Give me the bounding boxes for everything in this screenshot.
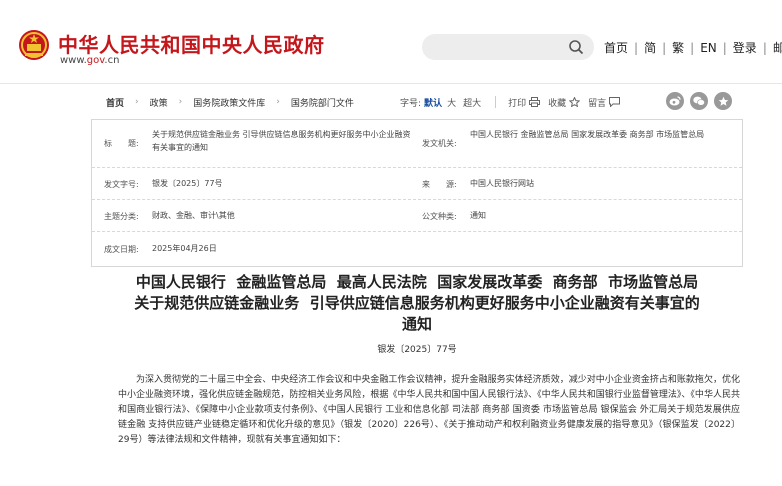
site-url-gov: gov xyxy=(86,55,105,66)
breadcrumb-separator: › xyxy=(276,97,280,107)
breadcrumb-bar: 首页 › 政策 › 国务院政策文件库 › 国务院部门文件 字号: 默认 大 超大… xyxy=(90,88,744,116)
info-docno-value: 银发〔2025〕77号 xyxy=(152,179,223,188)
font-size-label: 字号: xyxy=(400,98,422,109)
nav-traditional[interactable]: 繁 xyxy=(666,39,690,56)
print-button[interactable]: 打印 xyxy=(508,96,541,109)
info-row-title: 标 题: 关于规范供应链金融业务 引导供应链信息服务机构更好服务中小企业融资有关… xyxy=(92,120,742,168)
search-icon[interactable] xyxy=(568,39,584,55)
favorite-icon xyxy=(569,97,581,107)
comment-icon xyxy=(609,97,621,107)
nav-home[interactable]: 首页 xyxy=(604,39,634,56)
info-issuer-value: 中国人民银行 金融监管总局 国家发展改革委 商务部 市场监管总局 xyxy=(470,130,705,139)
document-info-box: 标 题: 关于规范供应链金融业务 引导供应链信息服务机构更好服务中小企业融资有关… xyxy=(91,119,743,267)
favorite-label: 收藏 xyxy=(548,98,567,109)
info-doctype-value: 通知 xyxy=(470,211,486,220)
breadcrumb-policy[interactable]: 政策 xyxy=(150,96,168,109)
article-title-line: 中国人民银行 金融监管总局 最高人民法院 国家发展改革委 商务部 市场监管总局 xyxy=(135,273,699,291)
info-title-value: 关于规范供应链金融业务 引导供应链信息服务机构更好服务中小企业融资有关事宜的通知 xyxy=(152,130,411,152)
info-date-label: 成文日期: xyxy=(104,245,139,254)
wechat-icon[interactable] xyxy=(690,92,708,110)
comment-label: 留言 xyxy=(588,98,607,109)
site-header: 中华人民共和国中央人民政府 www.gov.cn 首页 | 简 | 繁 | EN | 登… xyxy=(0,0,782,84)
share-icons xyxy=(666,92,732,110)
site-url-suffix: .cn xyxy=(104,55,120,66)
print-icon xyxy=(529,97,541,107)
info-source-label: 来 源: xyxy=(422,180,457,189)
comment-button[interactable]: 留言 xyxy=(588,96,621,109)
site-url: www.gov.cn xyxy=(60,55,119,66)
weibo-icon[interactable] xyxy=(666,92,684,110)
article-title: 中国人民银行 金融监管总局 最高人民法院 国家发展改革委 商务部 市场监管总局 … xyxy=(90,272,744,335)
article-tools: 字号: 默认 大 超大 打印 收藏 留言 xyxy=(400,88,628,116)
info-title-label: 标 题: xyxy=(104,139,139,148)
info-topic-value: 财政、金融、审计\其他 xyxy=(152,211,235,220)
info-topic-label: 主题分类: xyxy=(104,212,139,221)
info-docno-label: 发文字号: xyxy=(104,180,139,189)
font-size-default[interactable]: 默认 xyxy=(424,96,442,109)
info-date-value: 2025年04月26日 xyxy=(152,244,217,253)
article-doc-number: 银发〔2025〕77号 xyxy=(377,345,457,355)
info-doctype-label: 公文种类: xyxy=(422,212,457,221)
breadcrumb-separator: › xyxy=(135,97,139,107)
article-title-line: 关于规范供应链金融业务 引导供应链信息服务机构更好服务中小企业融资有关事宜的 xyxy=(134,294,700,312)
font-size-xlarge[interactable]: 超大 xyxy=(463,96,481,109)
breadcrumb-policy-library[interactable]: 国务院政策文件库 xyxy=(193,96,265,109)
nav-simplified[interactable]: 简 xyxy=(638,39,662,56)
search-input[interactable] xyxy=(422,34,594,60)
star-icon[interactable] xyxy=(714,92,732,110)
breadcrumb-separator: › xyxy=(178,97,183,107)
print-label: 打印 xyxy=(508,98,527,109)
info-issuer-label: 发文机关: xyxy=(422,139,457,148)
national-emblem-icon[interactable] xyxy=(18,28,50,62)
breadcrumb-department-docs[interactable]: 国务院部门文件 xyxy=(291,96,354,109)
nav-mailbox[interactable]: 邮箱 xyxy=(767,39,782,56)
site-url-prefix: www. xyxy=(60,55,87,66)
info-row-docno: 发文字号: 银发〔2025〕77号 来 源: 中国人民银行网站 xyxy=(92,168,742,200)
info-row-date: 成文日期: 2025年04月26日 xyxy=(92,232,742,266)
article-paragraph: 为深入贯彻党的二十届三中全会、中央经济工作会议和中央金融工作会议精神，提升金融服… xyxy=(118,375,740,445)
top-nav: 首页| 简| 繁| EN| 登录| 邮箱 xyxy=(604,39,782,56)
favorite-button[interactable]: 收藏 xyxy=(548,96,581,109)
article-title-line: 通知 xyxy=(401,315,432,333)
font-size-large[interactable]: 大 xyxy=(447,96,456,109)
article-body: 为深入贯彻党的二十届三中全会、中央经济工作会议和中央金融工作会议精神，提升金融服… xyxy=(118,373,740,448)
tools-divider xyxy=(495,96,497,108)
info-source-value: 中国人民银行网站 xyxy=(470,179,534,188)
breadcrumb-home[interactable]: 首页 xyxy=(106,96,124,109)
site-name[interactable]: 中华人民共和国中央人民政府 xyxy=(58,29,325,58)
nav-login[interactable]: 登录 xyxy=(727,39,763,56)
nav-english[interactable]: EN xyxy=(694,41,723,55)
info-row-topic: 主题分类: 财政、金融、审计\其他 公文种类: 通知 xyxy=(92,200,742,232)
